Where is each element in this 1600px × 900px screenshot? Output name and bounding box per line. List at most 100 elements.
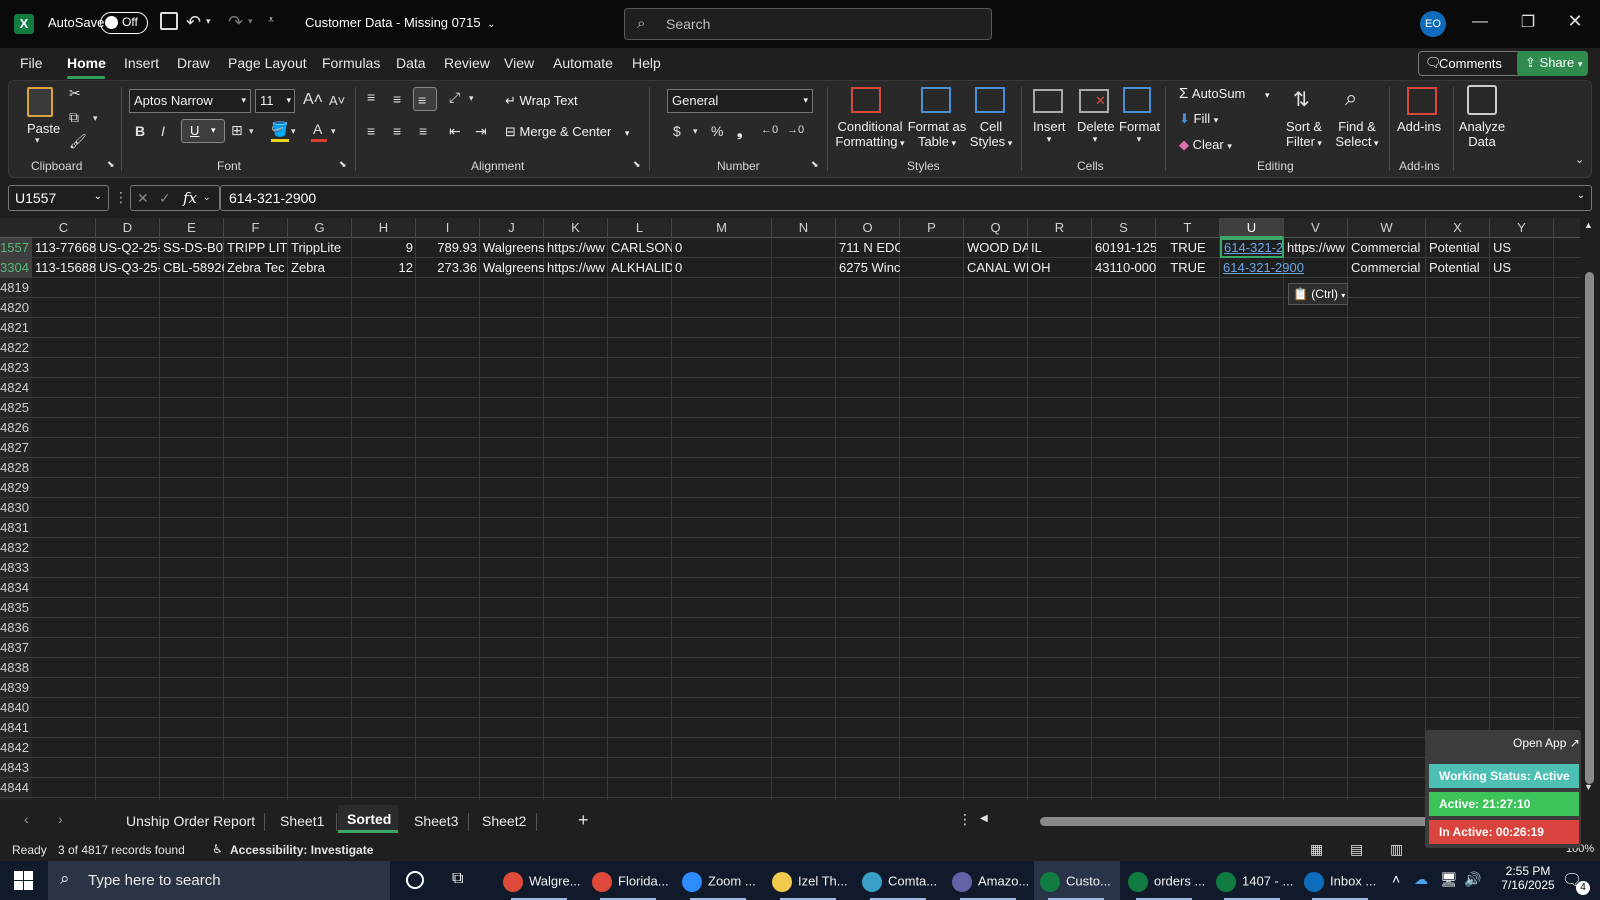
conditional-formatting-button[interactable]: Conditional Formatting ▾: [835, 119, 905, 149]
sheet-tab-sheet1[interactable]: Sheet1: [280, 813, 324, 829]
task-view-icon[interactable]: ⧉: [452, 870, 463, 888]
column-header-l[interactable]: L: [608, 218, 672, 238]
find-select-icon[interactable]: ⌕: [1345, 85, 1357, 111]
cell-e[interactable]: SS-DS-B07: [160, 238, 224, 258]
horizontal-scroll-thumb[interactable]: [1040, 817, 1430, 826]
analyze-data-button[interactable]: Analyze Data: [1457, 119, 1507, 149]
column-header-p[interactable]: P: [900, 218, 964, 238]
restore-icon[interactable]: ❐: [1513, 12, 1543, 32]
scroll-up-icon[interactable]: ▲: [1584, 220, 1593, 230]
cell-k[interactable]: https://ww: [544, 238, 608, 258]
wrap-text-button[interactable]: ↵ Wrap Text: [505, 93, 578, 109]
number-format-select[interactable]: General ▾: [667, 89, 813, 113]
column-header-n[interactable]: N: [772, 218, 836, 238]
dialog-launcher-icon[interactable]: ⬊: [339, 159, 347, 170]
sheet-tab-sheet2[interactable]: Sheet2: [482, 813, 526, 829]
cell-s[interactable]: 43110-000: [1092, 258, 1156, 278]
font-name-select[interactable]: Aptos Narrow ▾: [129, 89, 251, 113]
cell-m[interactable]: 0: [672, 258, 772, 278]
volume-icon[interactable]: 🔊: [1464, 871, 1481, 888]
cell-f[interactable]: TRIPP LITE: [224, 238, 288, 258]
column-header-o[interactable]: O: [836, 218, 900, 238]
row-header[interactable]: 4837: [0, 638, 32, 658]
copy-icon[interactable]: ⧉: [69, 109, 79, 126]
dialog-launcher-icon[interactable]: ⬊: [633, 159, 641, 170]
column-header-e[interactable]: E: [160, 218, 224, 238]
more-sheets-icon[interactable]: ⋮: [958, 811, 972, 828]
column-header-d[interactable]: D: [96, 218, 160, 238]
paste-options-button[interactable]: 📋 (Ctrl) ▾: [1288, 283, 1348, 305]
row-header[interactable]: 4839: [0, 678, 32, 698]
row-header[interactable]: 4838: [0, 658, 32, 678]
align-bottom-button[interactable]: ≡: [413, 87, 437, 111]
row-header[interactable]: 4822: [0, 338, 32, 358]
cancel-icon[interactable]: ✕: [137, 190, 149, 207]
cell-k[interactable]: https://ww: [544, 258, 608, 278]
insert-cells-icon[interactable]: [1033, 89, 1063, 113]
row-header[interactable]: 4830: [0, 498, 32, 518]
cell-x[interactable]: Potential: [1426, 238, 1490, 258]
row-header[interactable]: 4824: [0, 378, 32, 398]
insert-button[interactable]: Insert ▾: [1033, 119, 1066, 145]
tab-page-layout[interactable]: Page Layout: [228, 55, 307, 71]
taskbar-app[interactable]: Inbox ...: [1298, 861, 1384, 900]
column-header-v[interactable]: V: [1284, 218, 1348, 238]
chevron-down-icon[interactable]: ▾: [693, 126, 698, 137]
share-button[interactable]: ⇪ Share ▾: [1517, 51, 1588, 76]
onedrive-icon[interactable]: ☁: [1414, 871, 1428, 888]
undo-dropdown-icon[interactable]: ▾: [206, 16, 211, 27]
cell-x[interactable]: Potential: [1426, 258, 1490, 278]
row-header[interactable]: 4841: [0, 718, 32, 738]
row-header[interactable]: 4825: [0, 398, 32, 418]
taskbar-search[interactable]: ⌕ Type here to search: [48, 861, 390, 900]
chevron-down-icon[interactable]: ▾: [93, 113, 98, 124]
cell-h[interactable]: 9: [352, 238, 416, 258]
row-header[interactable]: 4831: [0, 518, 32, 538]
increase-indent-icon[interactable]: ⇥: [475, 123, 487, 140]
conditional-formatting-icon[interactable]: [851, 87, 881, 113]
tab-view[interactable]: View: [504, 55, 534, 71]
row-header[interactable]: 4821: [0, 318, 32, 338]
tab-draw[interactable]: Draw: [177, 55, 210, 71]
paste-button[interactable]: Paste: [27, 121, 60, 136]
chevron-down-icon[interactable]: ▾: [249, 126, 254, 137]
increase-font-icon[interactable]: A˄: [303, 91, 323, 109]
tab-insert[interactable]: Insert: [124, 55, 159, 71]
row-header[interactable]: 4819: [0, 278, 32, 298]
taskbar-app[interactable]: Amazo...: [946, 861, 1032, 900]
cell-styles-icon[interactable]: [975, 87, 1005, 113]
tab-automate[interactable]: Automate: [553, 55, 613, 71]
cell-h[interactable]: 12: [352, 258, 416, 278]
minimize-icon[interactable]: —: [1465, 13, 1495, 31]
column-header-x[interactable]: X: [1426, 218, 1490, 238]
currency-icon[interactable]: $: [673, 123, 681, 139]
search-box[interactable]: ⌕ Search: [624, 8, 992, 40]
column-header-g[interactable]: G: [288, 218, 352, 238]
chevron-down-icon[interactable]: ▾: [331, 126, 336, 137]
cell-l[interactable]: ALKHALIDI: [608, 258, 672, 278]
enter-icon[interactable]: ✓: [159, 190, 171, 207]
autosum-button[interactable]: Σ AutoSum ▾: [1179, 85, 1270, 102]
cell-i[interactable]: 273.36: [416, 258, 480, 278]
prev-sheet-icon[interactable]: ‹: [24, 811, 29, 827]
tab-review[interactable]: Review: [444, 55, 490, 71]
sort-filter-icon[interactable]: ⇅: [1293, 87, 1310, 112]
chevron-down-icon[interactable]: ▾: [469, 93, 474, 104]
tab-formulas[interactable]: Formulas: [322, 55, 380, 71]
cell-d[interactable]: US-Q2-25-: [96, 238, 160, 258]
add-sheet-icon[interactable]: +: [578, 810, 589, 831]
delete-button[interactable]: Delete ▾: [1077, 119, 1115, 145]
cell-r[interactable]: OH: [1028, 258, 1092, 278]
page-break-view-icon[interactable]: ▥: [1390, 841, 1403, 858]
format-as-table-icon[interactable]: [921, 87, 951, 113]
column-header-s[interactable]: S: [1092, 218, 1156, 238]
open-app-link[interactable]: Open App ↗: [1513, 736, 1580, 750]
cell-v[interactable]: https://ww: [1284, 238, 1348, 258]
column-header-h[interactable]: H: [352, 218, 416, 238]
cell-t[interactable]: TRUE: [1156, 238, 1220, 258]
tab-data[interactable]: Data: [396, 55, 426, 71]
accessibility-status[interactable]: Accessibility: Investigate: [230, 843, 373, 857]
row-header[interactable]: 4820: [0, 298, 32, 318]
cell-styles-button[interactable]: Cell Styles ▾: [967, 119, 1015, 149]
row-header[interactable]: 4823: [0, 358, 32, 378]
